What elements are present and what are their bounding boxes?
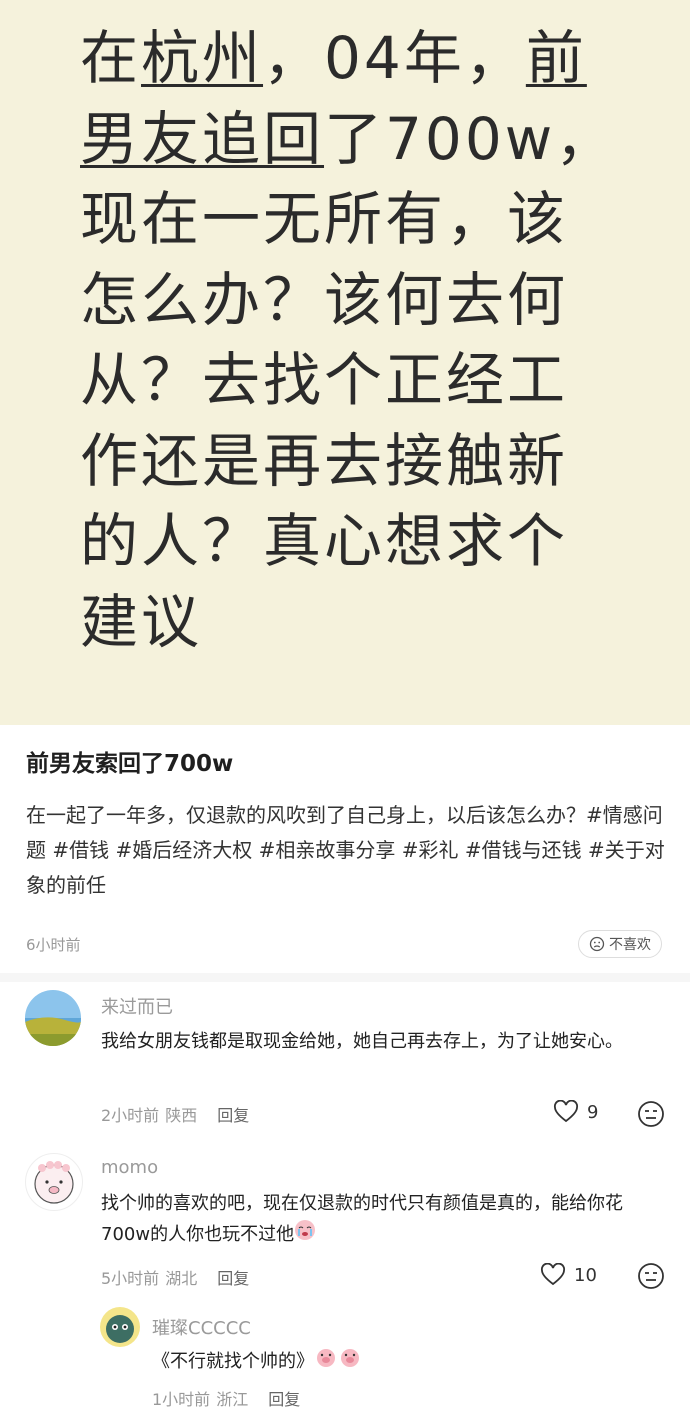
hero-text-segment: 了700w， <box>324 104 617 173</box>
like-count: 10 <box>574 1264 597 1286</box>
hero-text-segment: 在 <box>80 24 142 92</box>
comment-time: 5小时前 <box>101 1269 160 1288</box>
comment-text: 找个帅的喜欢的吧，现在仅退款的时代只有颜值是真的，能给你花700w的人你也玩不过… <box>101 1188 661 1251</box>
heart-icon <box>554 1100 578 1123</box>
meh-face-icon <box>638 1101 664 1127</box>
avatar[interactable] <box>100 1307 140 1347</box>
reply-text-content: 《不行就找个帅的》 <box>152 1351 314 1372</box>
reply-username[interactable]: 璀璨CCCCC <box>152 1314 251 1340</box>
hero-line: 怎么办？该何去何 <box>80 265 569 334</box>
hero-line: 在杭州，04年，前 <box>80 18 640 99</box>
dislike-button[interactable]: 不喜欢 <box>578 930 662 958</box>
comment-text: 我给女朋友钱都是取现金给她，她自己再去存上，为了让她安心。 <box>101 1031 623 1052</box>
post-image[interactable]: 在杭州，04年，前 男友追回了700w， 现在一无所有，该 怎么办？该何去何 从… <box>0 0 690 725</box>
comment-meta: 2小时前 陕西 回复 <box>101 1102 249 1126</box>
reply-button[interactable]: 回复 <box>217 1102 249 1126</box>
like-count: 9 <box>587 1101 599 1123</box>
avatar-pig-icon <box>34 1161 74 1204</box>
meh-button[interactable] <box>637 1100 665 1132</box>
hero-line: 作还是再去接触新 <box>80 426 569 495</box>
meh-face-icon <box>638 1263 664 1289</box>
post-title: 前男友索回了700w <box>26 751 234 777</box>
crying-emoji-icon <box>294 1219 316 1251</box>
hero-text-segment: ，04年， <box>263 24 526 92</box>
like-button[interactable]: 10 <box>540 1263 597 1287</box>
reply-button[interactable]: 回复 <box>217 1265 249 1289</box>
reply-text: 《不行就找个帅的》 <box>152 1346 652 1378</box>
avatar-landscape-icon <box>25 990 81 1046</box>
hero-text-segment: 杭州 <box>141 24 264 92</box>
comment-location: 陕西 <box>165 1106 198 1125</box>
reply-time: 1小时前 <box>152 1390 211 1409</box>
hero-line: 从？去找个正经工 <box>80 346 569 414</box>
frown-icon <box>589 936 605 952</box>
avatar-cartoon-icon <box>100 1307 140 1347</box>
post-time: 6小时前 <box>26 936 81 954</box>
reply-meta: 1小时前 浙江 回复 <box>152 1386 300 1410</box>
hero-text-segment: 前 <box>525 24 587 92</box>
comment-location: 湖北 <box>165 1269 198 1288</box>
hero-text-segment: 男友追回 <box>80 104 325 173</box>
comment-meta: 5小时前 湖北 回复 <box>101 1265 249 1289</box>
heart-icon <box>541 1263 565 1286</box>
pig-emoji-icon <box>338 1346 362 1378</box>
pig-emoji-icon <box>314 1346 338 1378</box>
hero-line: 建议 <box>80 587 203 656</box>
comment-username[interactable]: momo <box>101 1157 158 1178</box>
like-button[interactable]: 9 <box>553 1100 598 1124</box>
reply-button[interactable]: 回复 <box>268 1386 300 1410</box>
post-image-text: 在杭州，04年，前 男友追回了700w， 现在一无所有，该 怎么办？该何去何 从… <box>80 18 640 662</box>
comment-text-content: 找个帅的喜欢的吧，现在仅退款的时代只有颜值是真的，能给你花700w的人你也玩不过… <box>101 1193 623 1245</box>
reply-location: 浙江 <box>216 1390 249 1409</box>
meh-button[interactable] <box>637 1262 665 1294</box>
comment-username[interactable]: 来过而已 <box>101 993 173 1019</box>
post-body: 在一起了一年多，仅退款的风吹到了自己身上，以后该怎么办？#情感问题 #借钱 #婚… <box>26 803 665 897</box>
avatar[interactable] <box>25 1153 83 1211</box>
dislike-label: 不喜欢 <box>609 937 651 953</box>
hero-line: 的人？真心想求个 <box>80 507 569 575</box>
avatar[interactable] <box>25 990 81 1046</box>
comment-time: 2小时前 <box>101 1106 160 1125</box>
hero-line: 男友追回了700w， <box>80 99 640 180</box>
section-divider <box>0 973 690 982</box>
hero-line: 现在一无所有，该 <box>80 185 569 253</box>
